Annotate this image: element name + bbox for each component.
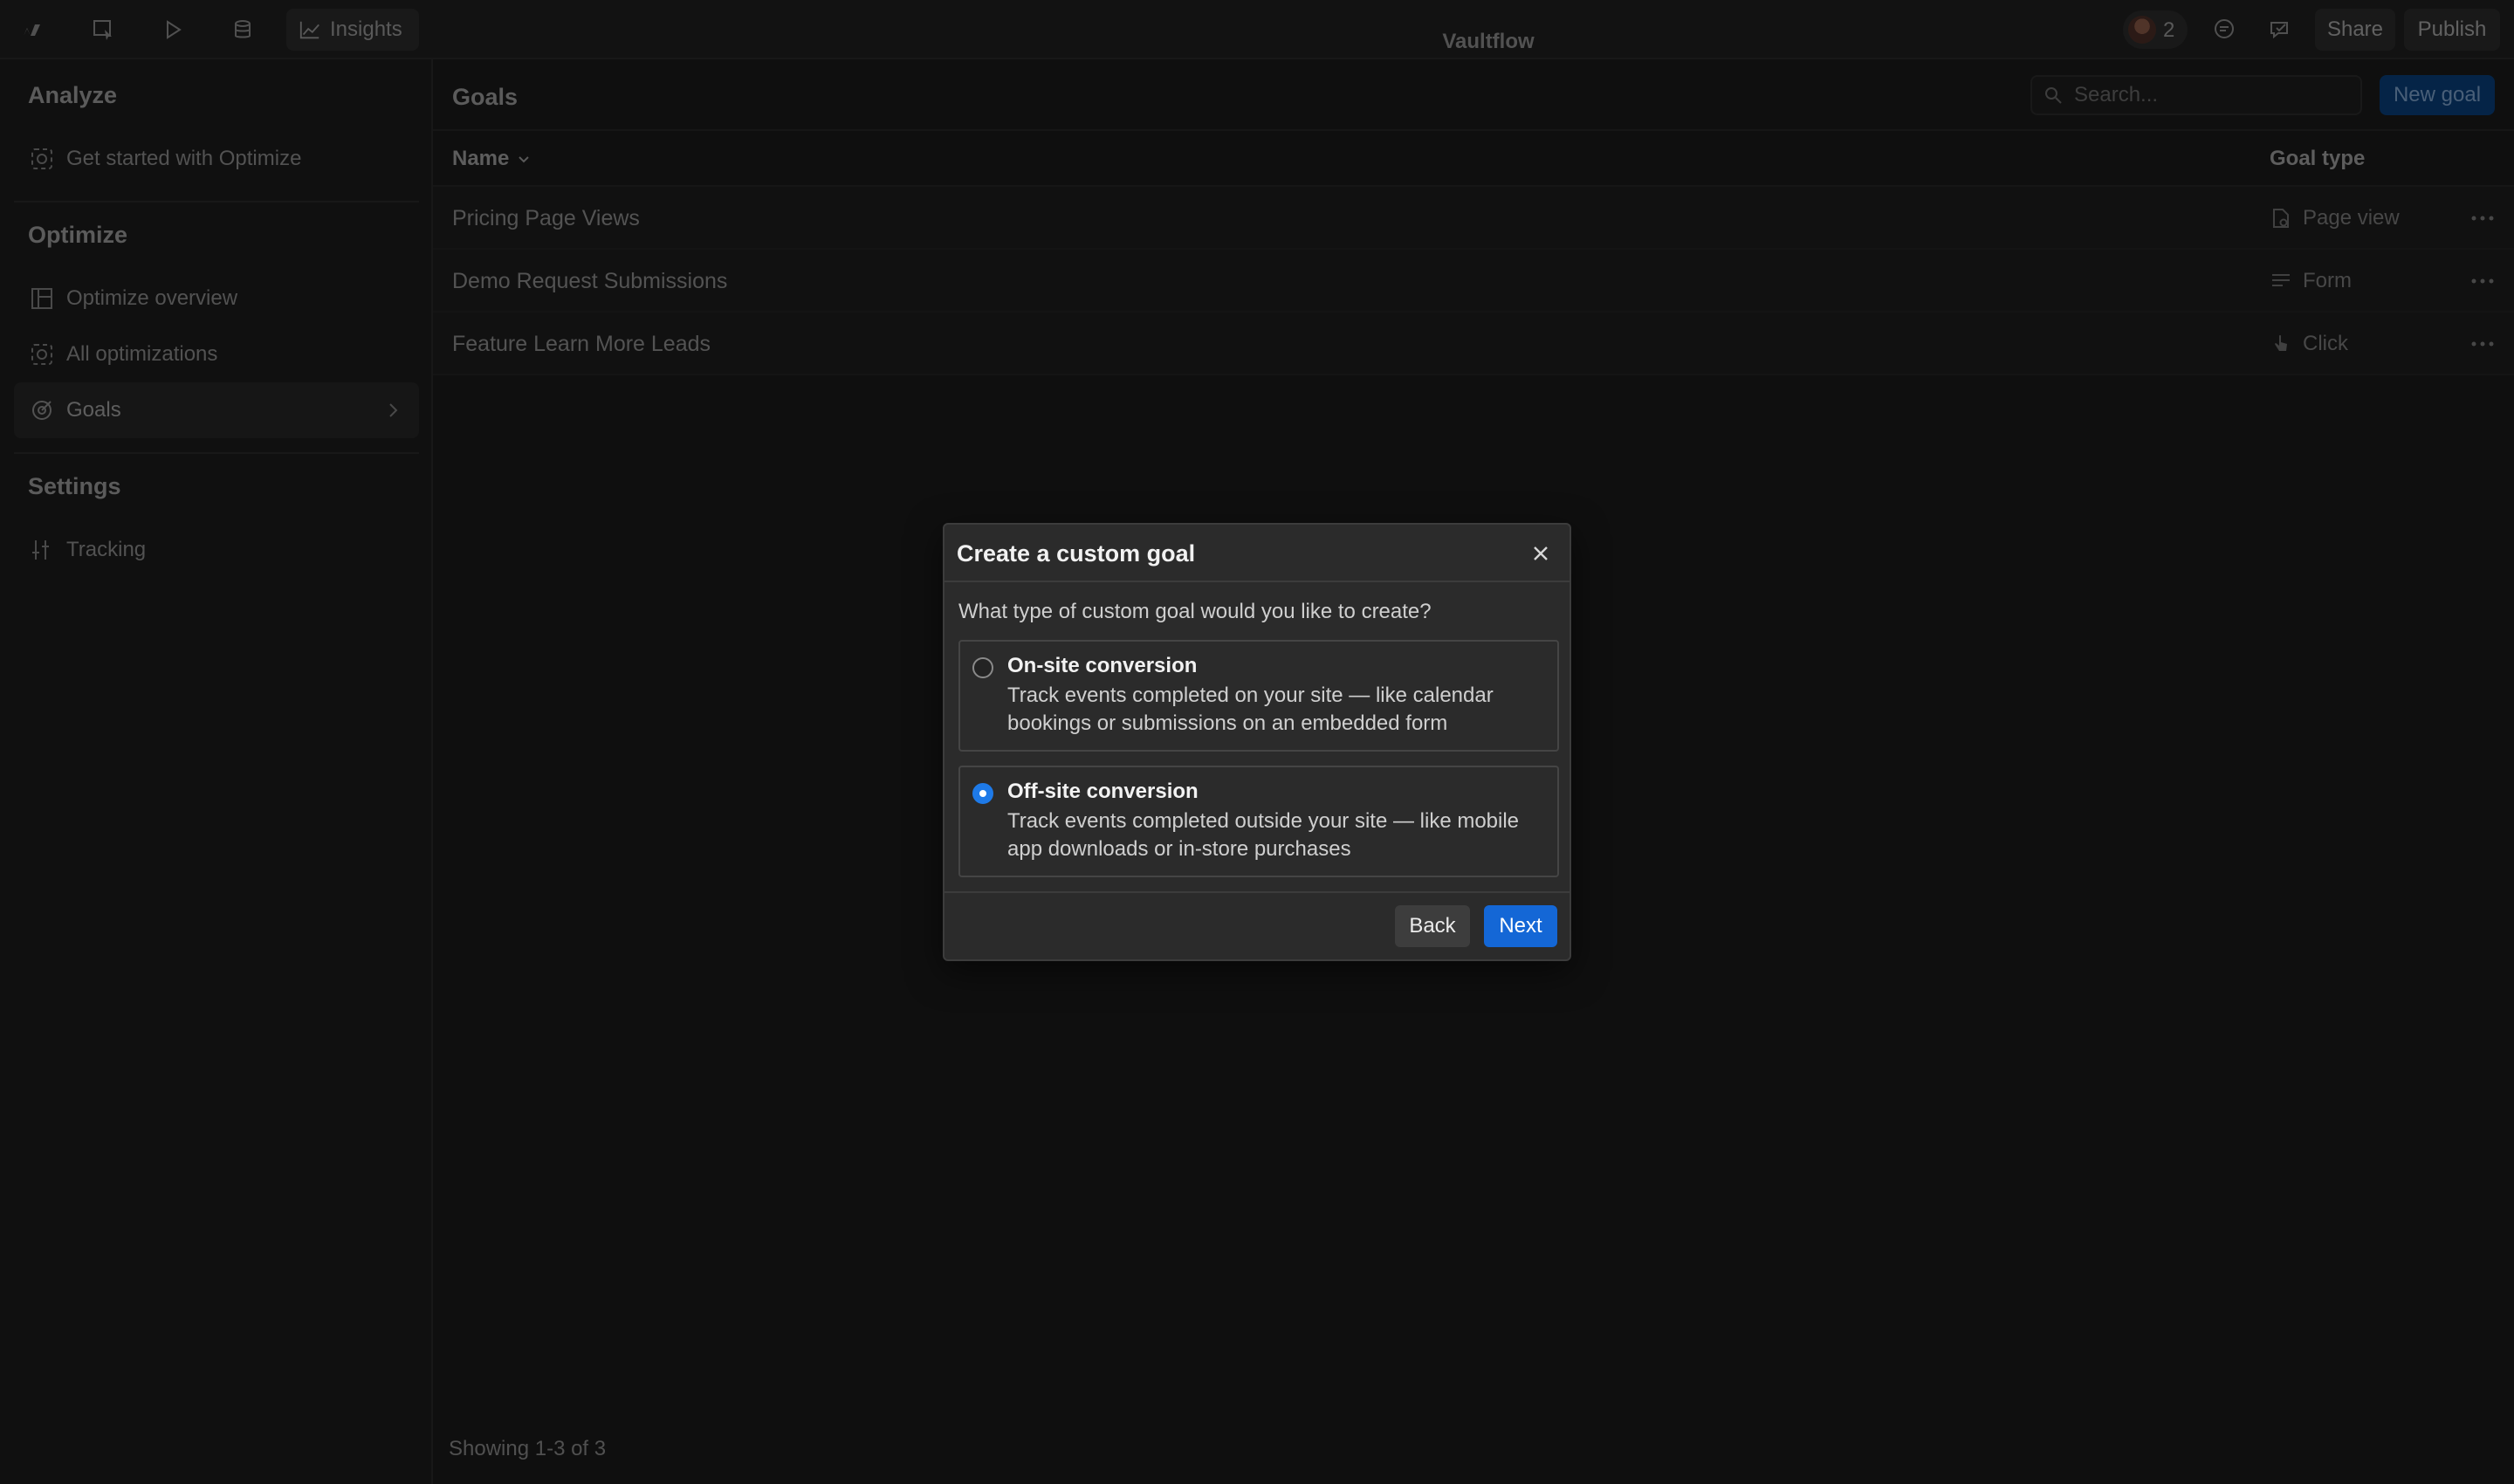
next-button[interactable]: Next [1484,905,1557,947]
dialog-footer-divider [944,891,1570,893]
radio-on-site[interactable] [972,657,993,678]
back-button[interactable]: Back [1395,905,1470,947]
dialog-question: What type of custom goal would you like … [958,600,1432,623]
dialog-header: Create a custom goal [944,525,1570,582]
option-title: On-site conversion [1007,654,1198,677]
option-description: Track events completed on your site — li… [1007,684,1494,735]
create-goal-dialog: Create a custom goal What type of custom… [943,523,1571,961]
option-on-site-conversion[interactable]: On-site conversion Track events complete… [958,640,1559,752]
option-description: Track events completed outside your site… [1007,809,1520,861]
close-icon[interactable] [1528,540,1554,567]
radio-off-site[interactable] [972,783,993,804]
option-off-site-conversion[interactable]: Off-site conversion Track events complet… [958,766,1559,877]
option-title: Off-site conversion [1007,780,1199,803]
dialog-title: Create a custom goal [957,540,1196,567]
